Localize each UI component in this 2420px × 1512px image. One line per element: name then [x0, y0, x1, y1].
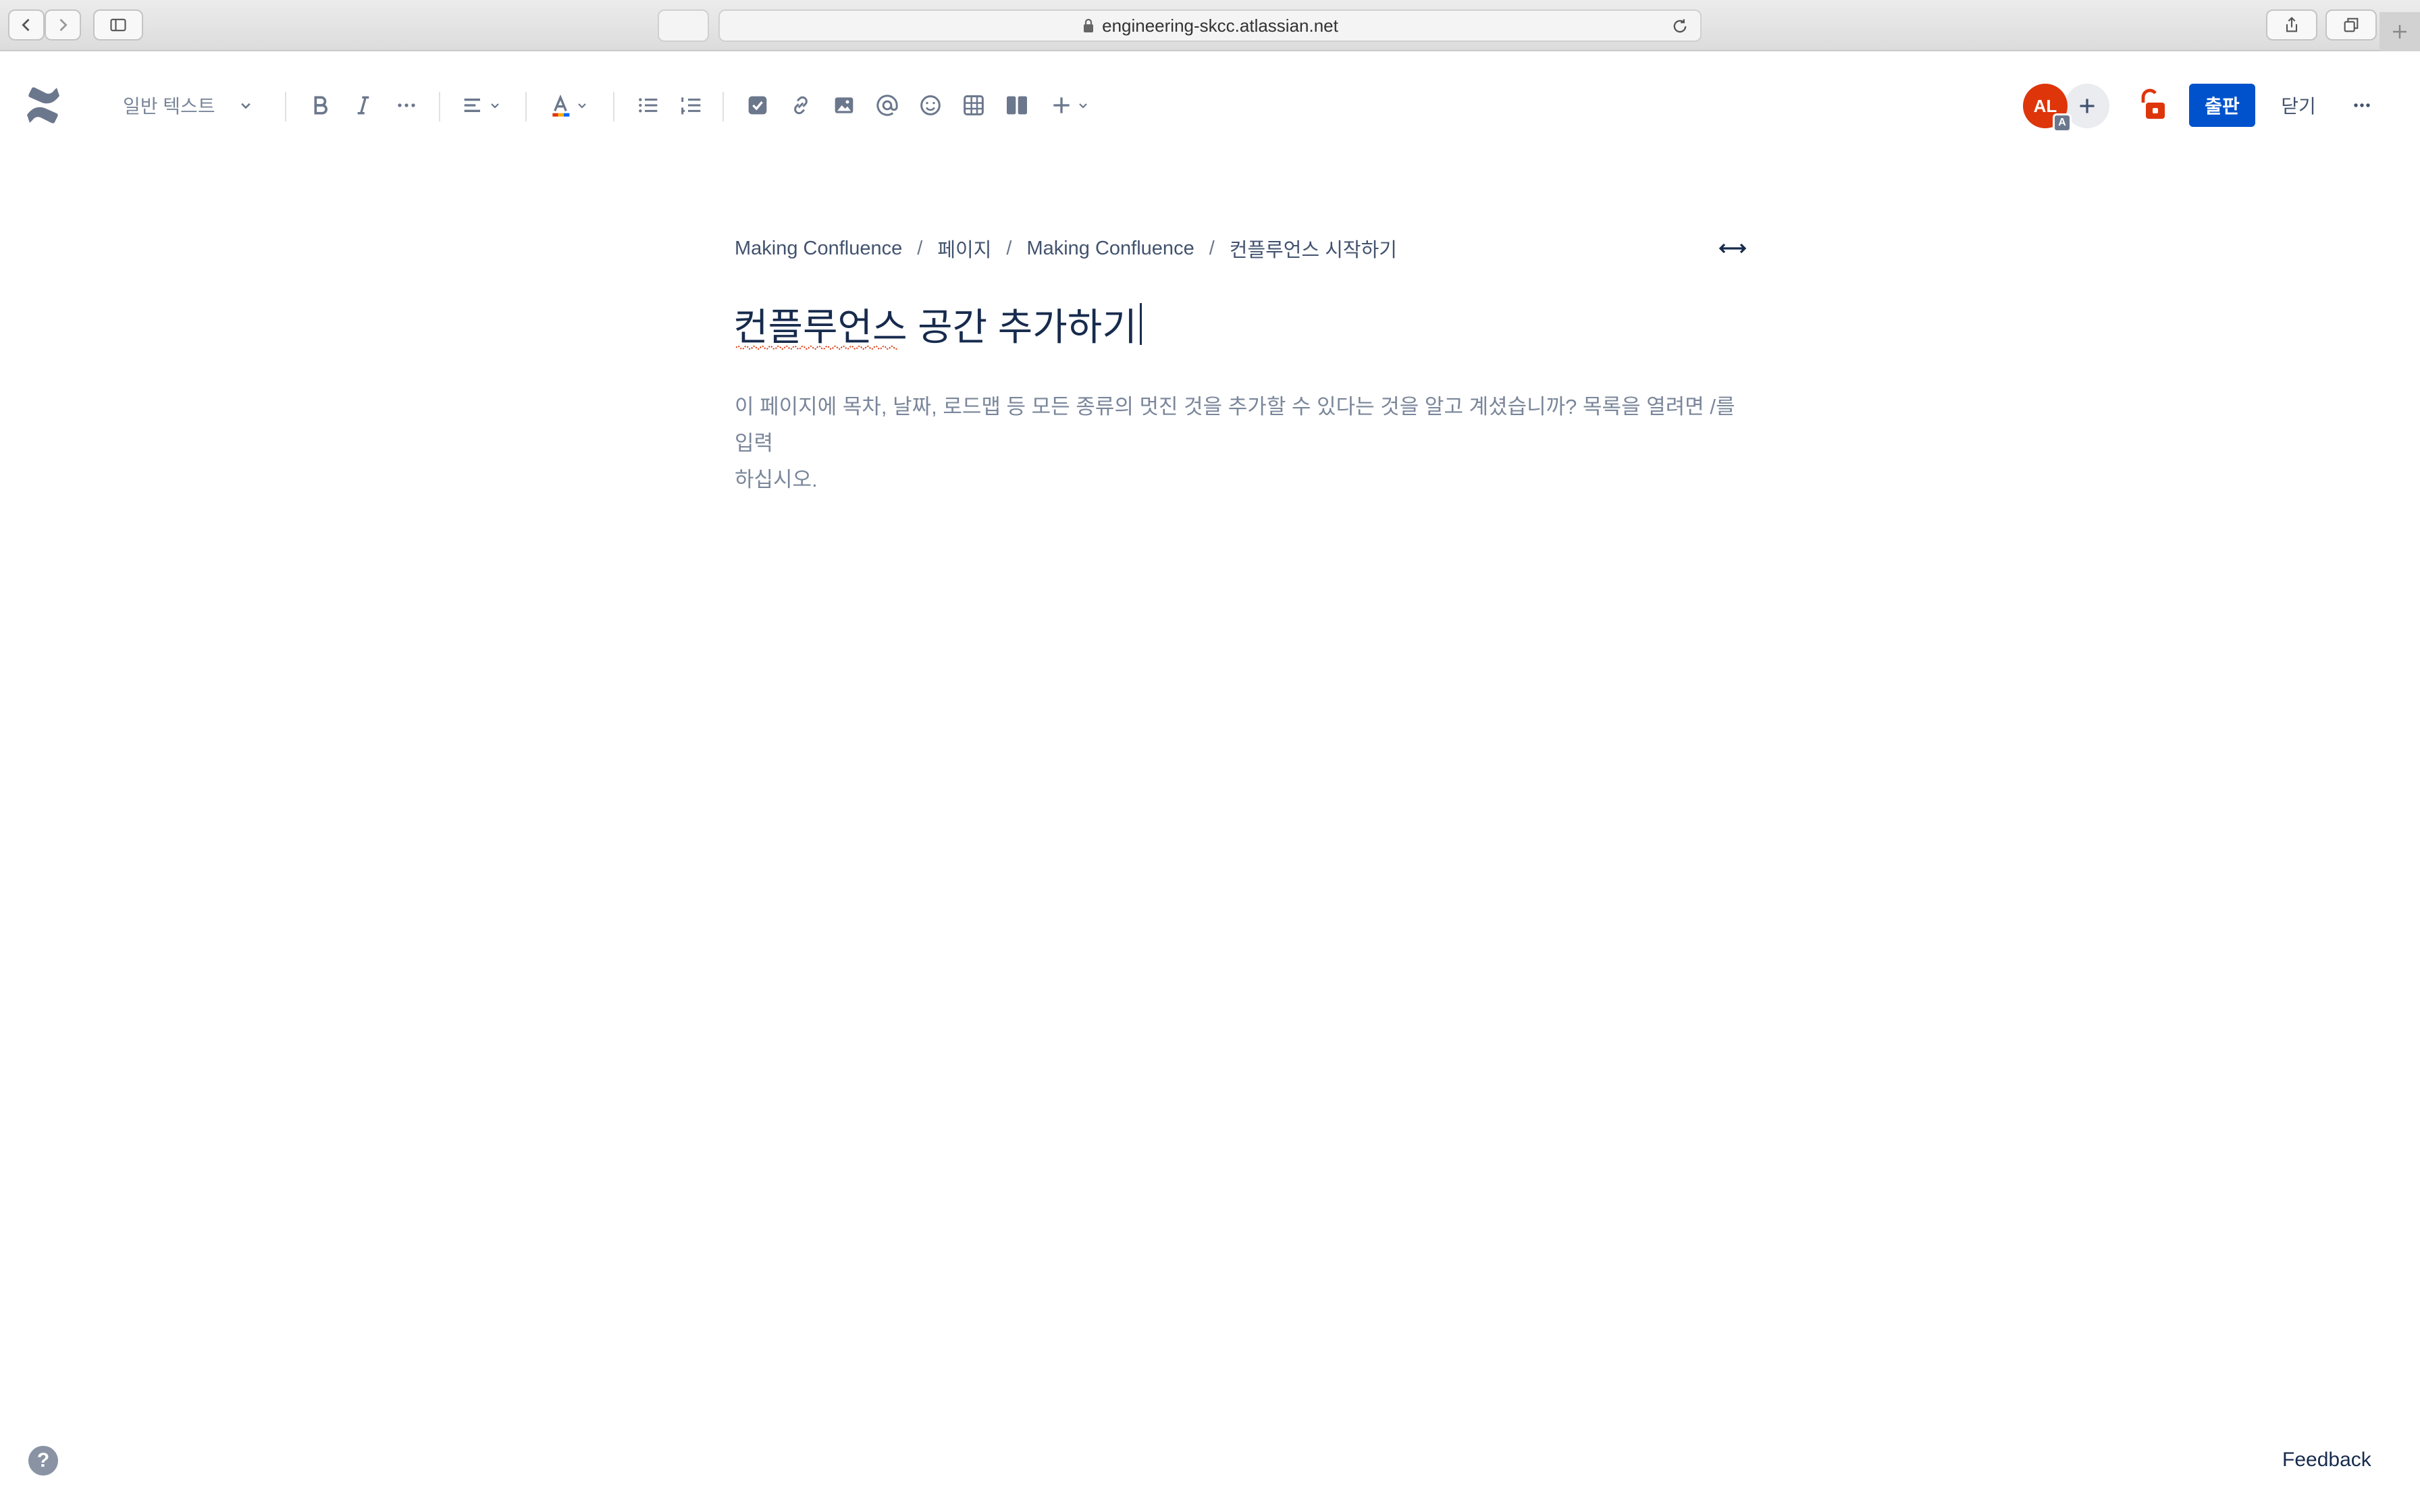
- avatar-status-badge: A: [2053, 113, 2072, 132]
- align-left-icon: [464, 99, 480, 112]
- reload-icon[interactable]: [1671, 17, 1689, 36]
- insert-more-dropdown[interactable]: [1045, 86, 1094, 124]
- emoji-icon: [920, 95, 941, 115]
- chevron-left-icon: [22, 18, 30, 32]
- plus-icon: [2080, 99, 2095, 113]
- new-tab-button[interactable]: [2379, 12, 2420, 51]
- link-icon: [794, 96, 808, 115]
- close-button[interactable]: 닫기: [2270, 84, 2327, 127]
- editor-placeholder[interactable]: 이 페이지에 목차, 날짜, 로드맵 등 모든 종류의 멋진 것을 추가할 수 …: [735, 389, 1747, 498]
- plus-icon: [1053, 97, 1070, 113]
- table-icon: [964, 95, 984, 115]
- text-style-dropdown[interactable]: 일반 텍스트: [123, 86, 255, 124]
- toolbar-divider: [439, 92, 440, 122]
- browser-toolbar: engineering-skcc.atlassian.net: [0, 0, 2420, 51]
- italic-icon: [357, 96, 369, 115]
- tabs-overview-button[interactable]: [2325, 9, 2377, 40]
- placeholder-line: 이 페이지에 목차, 날짜, 로드맵 등 모든 종류의 멋진 것을 추가할 수 …: [735, 395, 1735, 455]
- spellcheck-underline: [736, 346, 898, 350]
- toolbar-divider: [525, 92, 527, 122]
- text-color-icon: [552, 94, 570, 117]
- publish-button[interactable]: 출판: [2189, 84, 2255, 127]
- bullet-list-button[interactable]: [633, 86, 663, 124]
- numbered-list-button[interactable]: [677, 86, 706, 124]
- help-button[interactable]: ?: [28, 1446, 58, 1476]
- lock-icon: [1084, 18, 1094, 32]
- breadcrumb-separator: /: [1209, 237, 1215, 259]
- unlock-icon[interactable]: [2138, 88, 2167, 123]
- ellipsis-icon: [2354, 103, 2370, 107]
- address-bar[interactable]: engineering-skcc.atlassian.net: [718, 9, 1702, 42]
- breadcrumb: Making Confluence / 페이지 / Making Conflue…: [735, 235, 1397, 262]
- blank-tab[interactable]: [658, 9, 709, 42]
- share-icon: [2286, 17, 2298, 32]
- ellipsis-icon: [398, 103, 415, 107]
- bold-icon: [314, 96, 327, 115]
- chevron-right-icon: [59, 18, 68, 32]
- bold-button[interactable]: [305, 86, 335, 124]
- link-button[interactable]: [786, 86, 816, 124]
- table-button[interactable]: [959, 86, 989, 124]
- chevron-down-icon: [1079, 103, 1087, 109]
- chevron-down-icon: [241, 103, 251, 109]
- more-actions-button[interactable]: [2343, 84, 2381, 127]
- chevron-down-icon: [578, 103, 586, 109]
- breadcrumb-item[interactable]: 컨플루언스 시작하기: [1230, 234, 1397, 263]
- sidebar-icon: [110, 18, 126, 32]
- alignment-dropdown[interactable]: [459, 86, 504, 124]
- numbered-list-icon: [681, 97, 701, 115]
- placeholder-line: 하십시오.: [735, 468, 818, 491]
- page-title-input[interactable]: 컨플루언스 공간 추가하기: [733, 297, 1142, 351]
- page-title: 컨플루언스 공간 추가하기: [733, 305, 1137, 348]
- image-button[interactable]: [829, 86, 859, 124]
- breadcrumb-separator: /: [917, 237, 923, 259]
- feedback-link[interactable]: Feedback: [2282, 1449, 2371, 1472]
- forward-button[interactable]: [45, 9, 81, 40]
- image-icon: [835, 97, 853, 113]
- columns-layout-icon: [1007, 96, 1027, 115]
- editor-toolbar: 일반 텍스트 AL A 출판 닫기: [0, 51, 2420, 159]
- url-text: engineering-skcc.atlassian.net: [1102, 15, 1338, 36]
- action-item-button[interactable]: [743, 86, 772, 124]
- text-style-label: 일반 텍스트: [123, 96, 215, 117]
- breadcrumb-separator: /: [1006, 237, 1012, 259]
- back-button[interactable]: [8, 9, 45, 40]
- breadcrumb-item[interactable]: Making Confluence: [735, 238, 902, 260]
- breadcrumb-item[interactable]: Making Confluence: [1026, 238, 1194, 260]
- text-cursor: [1139, 303, 1142, 345]
- text-color-dropdown[interactable]: [546, 86, 591, 124]
- help-icon: ?: [36, 1449, 50, 1472]
- bullet-list-icon: [639, 98, 658, 113]
- at-sign-icon: [876, 94, 898, 116]
- chevron-down-icon: [491, 103, 499, 109]
- mention-button[interactable]: [872, 86, 902, 124]
- sidebar-toggle-button[interactable]: [93, 9, 143, 40]
- more-formatting-button[interactable]: [392, 86, 421, 124]
- expand-width-icon[interactable]: [1718, 236, 1747, 261]
- toolbar-divider: [722, 92, 724, 122]
- breadcrumb-item[interactable]: 페이지: [937, 234, 991, 263]
- checkbox-icon: [748, 96, 767, 115]
- avatar-initials: AL: [2033, 95, 2057, 116]
- plus-icon: [2393, 25, 2406, 38]
- toolbar-divider: [613, 92, 614, 122]
- layout-button[interactable]: [1002, 86, 1032, 124]
- confluence-logo-icon[interactable]: [24, 85, 62, 126]
- emoji-button[interactable]: [916, 86, 945, 124]
- tabs-icon: [2344, 18, 2359, 32]
- toolbar-divider: [285, 92, 286, 122]
- italic-button[interactable]: [348, 86, 378, 124]
- share-button[interactable]: [2266, 9, 2317, 40]
